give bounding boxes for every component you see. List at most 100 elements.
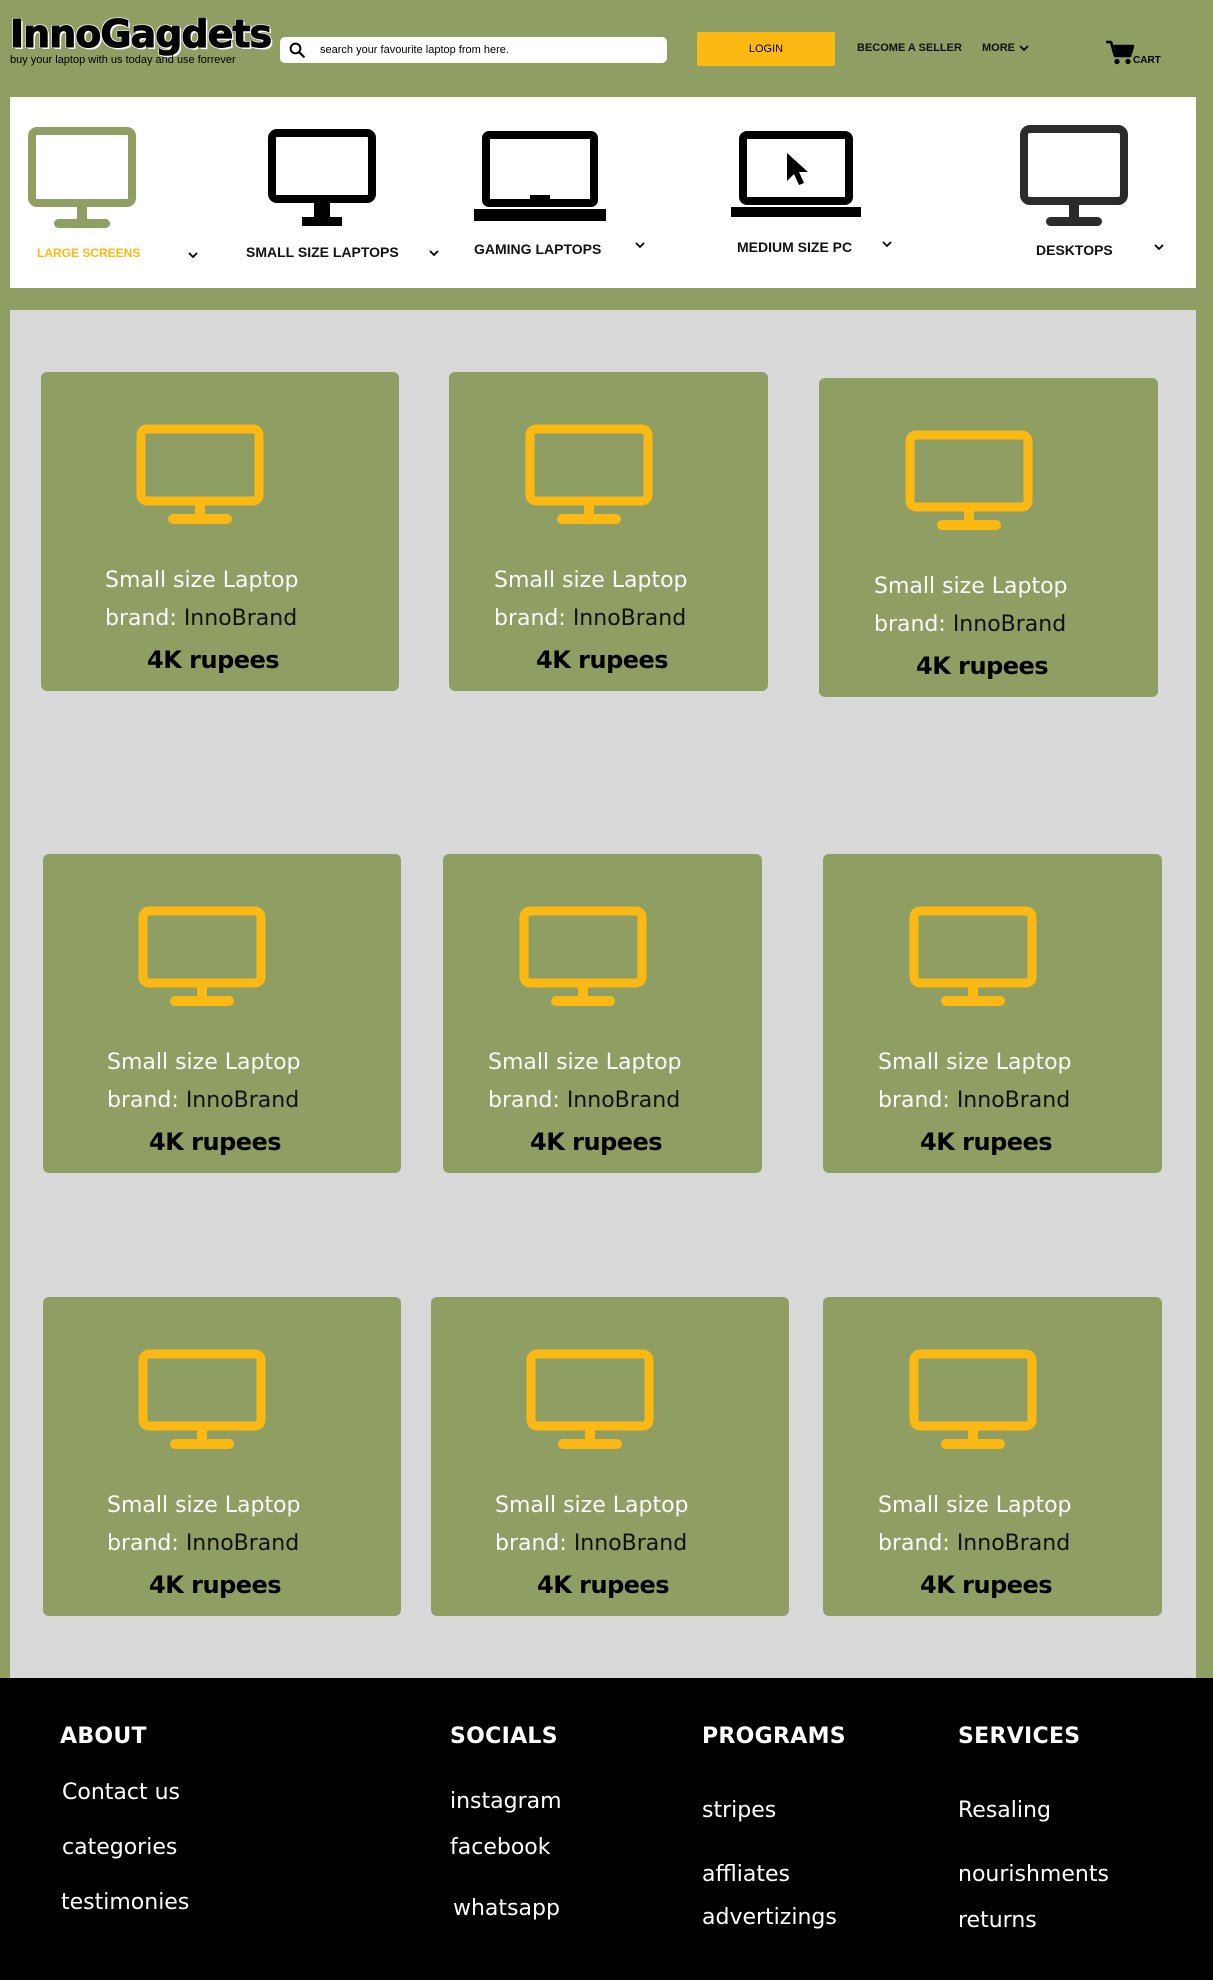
category-small-size-laptops[interactable]: SMALL SIZE LAPTOPS xyxy=(230,97,450,288)
product-brand-name: InnoBrand xyxy=(185,1531,300,1556)
footer-link-advertizings[interactable]: advertizings xyxy=(702,1905,837,1930)
become-seller-label: BECOME A SELLER xyxy=(857,42,962,54)
category-gaming-laptops[interactable]: GAMING LAPTOPS xyxy=(470,97,670,288)
product-price: 4K rupees xyxy=(149,1571,282,1599)
logo[interactable]: InnoGagdets buy your laptop with us toda… xyxy=(9,12,272,67)
product-brand-prefix: brand: xyxy=(107,1531,179,1556)
product-brand-name: InnoBrand xyxy=(572,606,687,631)
search-icon xyxy=(289,42,305,58)
product-grid: Small size Laptop brand: InnoBrand 4K rupe… xyxy=(10,310,1196,1678)
category-label: LARGE SCREENS xyxy=(37,246,141,260)
product-name: Small size Laptop xyxy=(878,1050,1072,1075)
product-brand-prefix: brand: xyxy=(107,1088,179,1113)
product-brand-prefix: brand: xyxy=(488,1088,560,1113)
footer-link-facebook[interactable]: facebook xyxy=(450,1835,550,1860)
product-brand: brand: InnoBrand xyxy=(874,612,1066,637)
product-card[interactable]: Small size Laptop brand: InnoBrand 4K rupe… xyxy=(443,854,762,1173)
more-menu[interactable]: MORE xyxy=(982,42,1030,54)
product-brand-name: InnoBrand xyxy=(566,1088,681,1113)
product-card[interactable]: Small size Laptop brand: InnoBrand 4K rupe… xyxy=(431,1297,789,1616)
product-card[interactable]: Small size Laptop brand: InnoBrand 4K rupe… xyxy=(43,854,401,1173)
category-desktops[interactable]: DESKTOPS xyxy=(1000,97,1196,288)
category-label: SMALL SIZE LAPTOPS xyxy=(246,244,399,260)
cart-button[interactable]: CART xyxy=(1105,38,1161,66)
category-large-screens[interactable]: LARGE SCREENS xyxy=(10,97,210,288)
footer-about-heading: ABOUT xyxy=(60,1724,147,1749)
product-name: Small size Laptop xyxy=(878,1493,1072,1518)
product-price: 4K rupees xyxy=(920,1571,1053,1599)
product-brand-name: InnoBrand xyxy=(183,606,298,631)
product-brand: brand: InnoBrand xyxy=(107,1531,299,1556)
product-price: 4K rupees xyxy=(530,1128,663,1156)
product-brand: brand: InnoBrand xyxy=(488,1088,680,1113)
monitor-icon xyxy=(138,1349,266,1449)
category-label: MEDIUM SIZE PC xyxy=(737,239,853,255)
become-seller-link[interactable]: BECOME A SELLER xyxy=(857,42,962,54)
monitor-icon xyxy=(909,1349,1037,1449)
product-name: Small size Laptop xyxy=(495,1493,689,1518)
product-brand-name: InnoBrand xyxy=(952,612,1067,637)
product-name: Small size Laptop xyxy=(874,574,1068,599)
search-bar xyxy=(280,37,667,63)
product-name: Small size Laptop xyxy=(488,1050,682,1075)
monitor-icon xyxy=(519,906,647,1006)
laptop-cursor-icon xyxy=(731,131,861,217)
footer-link-contact-us[interactable]: Contact us xyxy=(62,1780,180,1805)
product-brand: brand: InnoBrand xyxy=(105,606,297,631)
footer-services-heading: SERVICES xyxy=(958,1724,1081,1749)
product-card[interactable]: Small size Laptop brand: InnoBrand 4K rupe… xyxy=(819,378,1158,697)
chevron-down-icon xyxy=(1019,45,1029,52)
chevron-down-icon xyxy=(882,241,892,248)
footer-link-instagram[interactable]: instagram xyxy=(450,1789,562,1814)
product-card[interactable]: Small size Laptop brand: InnoBrand 4K rupe… xyxy=(43,1297,401,1616)
footer-link-returns[interactable]: returns xyxy=(958,1908,1037,1933)
footer-link-nourishments[interactable]: nourishments xyxy=(958,1862,1109,1887)
chevron-down-icon xyxy=(635,242,645,249)
monitor-icon xyxy=(268,129,376,226)
product-brand-prefix: brand: xyxy=(874,612,946,637)
more-label: MORE xyxy=(982,42,1015,54)
product-card[interactable]: Small size Laptop brand: InnoBrand 4K rupe… xyxy=(449,372,768,691)
product-brand: brand: InnoBrand xyxy=(878,1088,1070,1113)
footer-link-whatsapp[interactable]: whatsapp xyxy=(453,1896,560,1921)
product-price: 4K rupees xyxy=(920,1128,1053,1156)
footer-link-affliates[interactable]: affliates xyxy=(702,1862,790,1887)
monitor-icon xyxy=(905,430,1033,530)
product-brand-prefix: brand: xyxy=(878,1088,950,1113)
category-medium-size-pc[interactable]: MEDIUM SIZE PC xyxy=(725,97,925,288)
footer-link-categories[interactable]: categories xyxy=(62,1835,177,1860)
search-input[interactable] xyxy=(320,44,650,56)
logo-title: InnoGagdets xyxy=(9,12,272,57)
monitor-icon xyxy=(525,424,653,524)
product-brand: brand: InnoBrand xyxy=(495,1531,687,1556)
cart-label: CART xyxy=(1133,55,1161,66)
product-brand-name: InnoBrand xyxy=(573,1531,688,1556)
product-card[interactable]: Small size Laptop brand: InnoBrand 4K rupe… xyxy=(823,854,1162,1173)
footer-link-stripes[interactable]: stripes xyxy=(702,1798,776,1823)
footer-link-resaling[interactable]: Resaling xyxy=(958,1798,1051,1823)
footer-programs-heading: PROGRAMS xyxy=(702,1724,846,1749)
product-brand-prefix: brand: xyxy=(495,1531,567,1556)
cart-icon xyxy=(1106,40,1135,65)
product-name: Small size Laptop xyxy=(107,1050,301,1075)
monitor-icon xyxy=(136,424,264,524)
product-brand-name: InnoBrand xyxy=(956,1531,1071,1556)
chevron-down-icon xyxy=(188,252,198,259)
chevron-down-icon xyxy=(1154,244,1164,251)
product-brand: brand: InnoBrand xyxy=(494,606,686,631)
product-brand-prefix: brand: xyxy=(105,606,177,631)
product-price: 4K rupees xyxy=(537,1571,670,1599)
product-price: 4K rupees xyxy=(916,652,1049,680)
product-brand-prefix: brand: xyxy=(494,606,566,631)
product-card[interactable]: Small size Laptop brand: InnoBrand 4K rupe… xyxy=(823,1297,1162,1616)
header: InnoGagdets buy your laptop with us toda… xyxy=(0,0,1213,96)
product-name: Small size Laptop xyxy=(494,568,688,593)
chevron-down-icon xyxy=(429,250,439,257)
product-card[interactable]: Small size Laptop brand: InnoBrand 4K rupe… xyxy=(41,372,399,691)
laptop-icon xyxy=(474,131,606,221)
product-price: 4K rupees xyxy=(147,646,280,674)
product-brand-name: InnoBrand xyxy=(956,1088,1071,1113)
footer-link-testimonies[interactable]: testimonies xyxy=(61,1890,189,1915)
login-button[interactable]: LOGIN xyxy=(697,32,835,66)
product-brand-name: InnoBrand xyxy=(185,1088,300,1113)
